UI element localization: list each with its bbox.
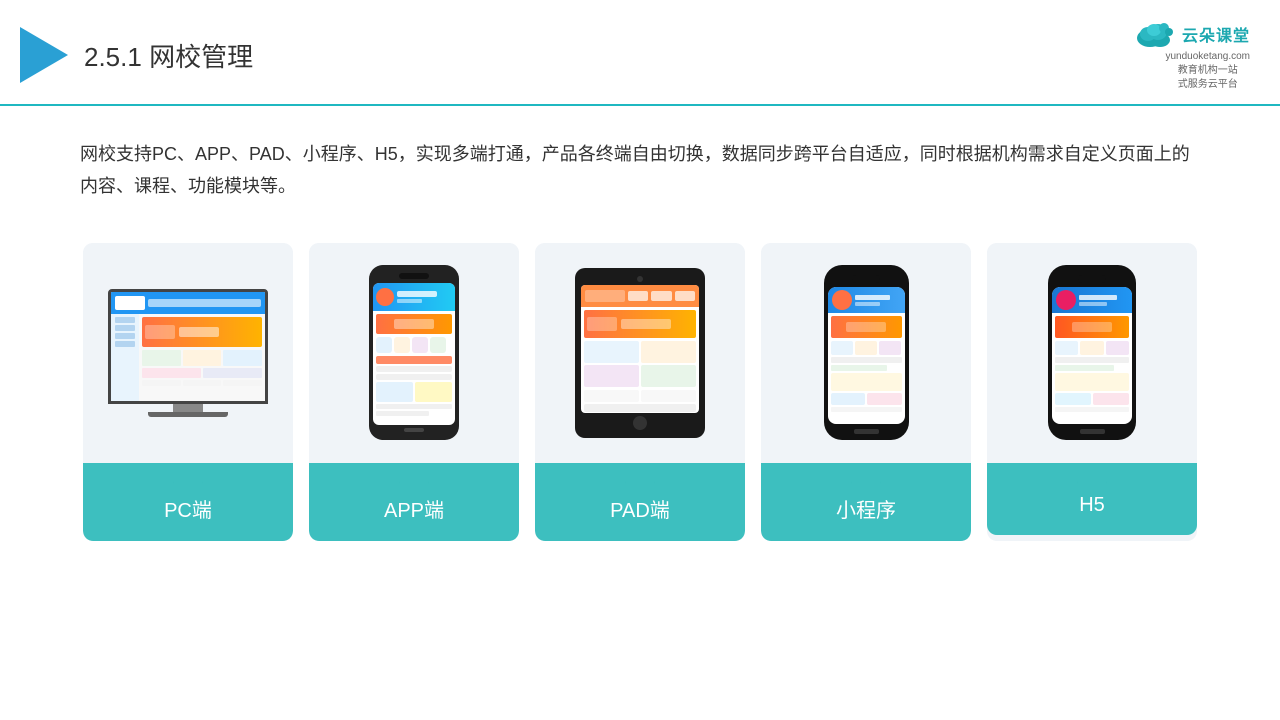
cloud-logo-group: 云朵课堂 — [1134, 18, 1250, 50]
platform-cards: PC端 — [0, 223, 1280, 571]
brand-url: yunduoketang.com — [1165, 50, 1250, 64]
h5-phone-mockup — [1048, 265, 1136, 440]
brand-logo: 云朵课堂 yunduoketang.com 教育机构一站 式服务云平台 — [1134, 18, 1250, 92]
header: 2.5.1 网校管理 云朵课堂 yunduoketang.com 教育机构一站 … — [0, 0, 1280, 106]
card-app: APP端 — [309, 243, 519, 541]
card-pc-label: PC端 — [83, 463, 293, 541]
pc-mockup — [108, 289, 268, 417]
brand-tagline-line1: 教育机构一站 — [1178, 64, 1238, 78]
header-left: 2.5.1 网校管理 — [20, 27, 253, 83]
card-miniprogram-image — [761, 243, 971, 463]
brand-tagline-line2: 式服务云平台 — [1178, 78, 1238, 92]
card-pc-image — [83, 243, 293, 463]
miniprogram-phone-mockup — [824, 265, 909, 440]
app-phone-mockup — [369, 265, 459, 440]
title-main: 网校管理 — [149, 42, 253, 72]
card-app-label: APP端 — [309, 463, 519, 541]
description-content: 网校支持PC、APP、PAD、小程序、H5，实现多端打通，产品各终端自由切换，数… — [80, 144, 1190, 196]
card-h5: H5 — [987, 243, 1197, 541]
brand-tagline: yunduoketang.com 教育机构一站 式服务云平台 — [1165, 50, 1250, 92]
card-h5-label: H5 — [987, 463, 1197, 535]
card-pad-label: PAD端 — [535, 463, 745, 541]
tablet-mockup — [575, 268, 705, 438]
card-h5-image — [987, 243, 1197, 463]
logo-triangle-icon — [20, 27, 68, 83]
card-miniprogram: 小程序 — [761, 243, 971, 541]
cloud-icon — [1134, 18, 1176, 50]
card-pad: PAD端 — [535, 243, 745, 541]
page-title: 2.5.1 网校管理 — [84, 37, 253, 74]
card-miniprogram-label: 小程序 — [761, 463, 971, 541]
pc-screen — [108, 289, 268, 404]
card-pad-image — [535, 243, 745, 463]
section-number: 2.5.1 — [84, 42, 142, 72]
card-app-image — [309, 243, 519, 463]
brand-name-text: 云朵课堂 — [1182, 22, 1250, 46]
description-text: 网校支持PC、APP、PAD、小程序、H5，实现多端打通，产品各终端自由切换，数… — [0, 106, 1280, 223]
card-pc: PC端 — [83, 243, 293, 541]
